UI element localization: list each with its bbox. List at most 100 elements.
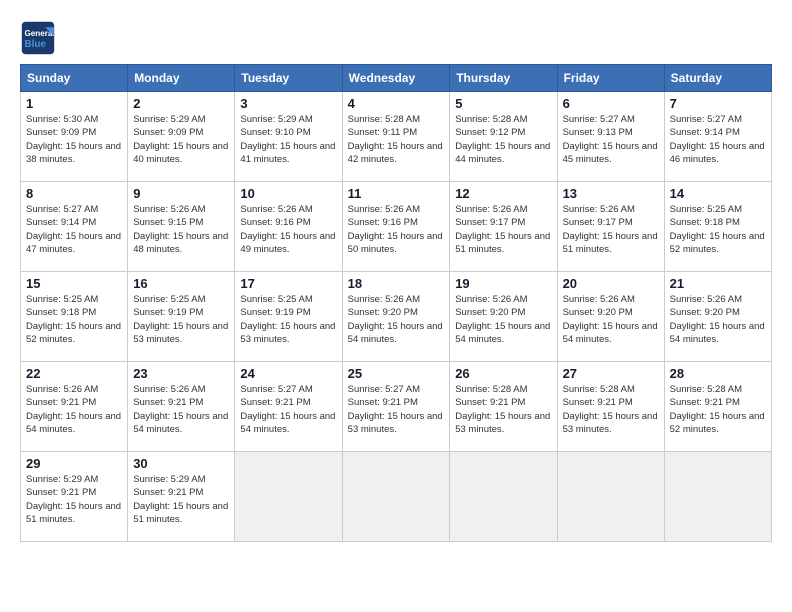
day-info: Sunrise: 5:26 AM Sunset: 9:16 PM Dayligh…	[240, 203, 336, 256]
day-number: 15	[26, 276, 122, 291]
day-cell-25: 25 Sunrise: 5:27 AM Sunset: 9:21 PM Dayl…	[342, 362, 450, 452]
week-row-4: 22 Sunrise: 5:26 AM Sunset: 9:21 PM Dayl…	[21, 362, 772, 452]
calendar-table: SundayMondayTuesdayWednesdayThursdayFrid…	[20, 64, 772, 542]
day-info: Sunrise: 5:26 AM Sunset: 9:20 PM Dayligh…	[348, 293, 445, 346]
week-row-2: 8 Sunrise: 5:27 AM Sunset: 9:14 PM Dayli…	[21, 182, 772, 272]
day-cell-1: 1 Sunrise: 5:30 AM Sunset: 9:09 PM Dayli…	[21, 92, 128, 182]
day-info: Sunrise: 5:30 AM Sunset: 9:09 PM Dayligh…	[26, 113, 122, 166]
day-number: 5	[455, 96, 551, 111]
day-cell-18: 18 Sunrise: 5:26 AM Sunset: 9:20 PM Dayl…	[342, 272, 450, 362]
day-cell-21: 21 Sunrise: 5:26 AM Sunset: 9:20 PM Dayl…	[664, 272, 771, 362]
day-info: Sunrise: 5:28 AM Sunset: 9:11 PM Dayligh…	[348, 113, 445, 166]
day-cell-23: 23 Sunrise: 5:26 AM Sunset: 9:21 PM Dayl…	[128, 362, 235, 452]
day-number: 13	[563, 186, 659, 201]
day-cell-7: 7 Sunrise: 5:27 AM Sunset: 9:14 PM Dayli…	[664, 92, 771, 182]
day-number: 12	[455, 186, 551, 201]
day-number: 14	[670, 186, 766, 201]
day-cell-17: 17 Sunrise: 5:25 AM Sunset: 9:19 PM Dayl…	[235, 272, 342, 362]
day-number: 1	[26, 96, 122, 111]
day-info: Sunrise: 5:26 AM Sunset: 9:16 PM Dayligh…	[348, 203, 445, 256]
day-info: Sunrise: 5:26 AM Sunset: 9:17 PM Dayligh…	[455, 203, 551, 256]
week-row-5: 29 Sunrise: 5:29 AM Sunset: 9:21 PM Dayl…	[21, 452, 772, 542]
day-info: Sunrise: 5:29 AM Sunset: 9:21 PM Dayligh…	[133, 473, 229, 526]
day-info: Sunrise: 5:26 AM Sunset: 9:20 PM Dayligh…	[670, 293, 766, 346]
day-number: 8	[26, 186, 122, 201]
day-info: Sunrise: 5:29 AM Sunset: 9:09 PM Dayligh…	[133, 113, 229, 166]
day-info: Sunrise: 5:29 AM Sunset: 9:10 PM Dayligh…	[240, 113, 336, 166]
day-number: 29	[26, 456, 122, 471]
day-number: 3	[240, 96, 336, 111]
logo-icon: General Blue	[20, 20, 56, 56]
day-info: Sunrise: 5:29 AM Sunset: 9:21 PM Dayligh…	[26, 473, 122, 526]
day-info: Sunrise: 5:28 AM Sunset: 9:21 PM Dayligh…	[670, 383, 766, 436]
page-header: General Blue	[20, 20, 772, 56]
day-info: Sunrise: 5:27 AM Sunset: 9:21 PM Dayligh…	[348, 383, 445, 436]
empty-cell	[664, 452, 771, 542]
day-number: 24	[240, 366, 336, 381]
day-number: 27	[563, 366, 659, 381]
day-cell-15: 15 Sunrise: 5:25 AM Sunset: 9:18 PM Dayl…	[21, 272, 128, 362]
day-info: Sunrise: 5:27 AM Sunset: 9:14 PM Dayligh…	[670, 113, 766, 166]
empty-cell	[450, 452, 557, 542]
day-cell-8: 8 Sunrise: 5:27 AM Sunset: 9:14 PM Dayli…	[21, 182, 128, 272]
day-info: Sunrise: 5:26 AM Sunset: 9:20 PM Dayligh…	[455, 293, 551, 346]
empty-cell	[342, 452, 450, 542]
day-number: 19	[455, 276, 551, 291]
day-cell-12: 12 Sunrise: 5:26 AM Sunset: 9:17 PM Dayl…	[450, 182, 557, 272]
day-cell-30: 30 Sunrise: 5:29 AM Sunset: 9:21 PM Dayl…	[128, 452, 235, 542]
day-cell-22: 22 Sunrise: 5:26 AM Sunset: 9:21 PM Dayl…	[21, 362, 128, 452]
day-cell-24: 24 Sunrise: 5:27 AM Sunset: 9:21 PM Dayl…	[235, 362, 342, 452]
day-number: 11	[348, 186, 445, 201]
day-cell-27: 27 Sunrise: 5:28 AM Sunset: 9:21 PM Dayl…	[557, 362, 664, 452]
day-cell-26: 26 Sunrise: 5:28 AM Sunset: 9:21 PM Dayl…	[450, 362, 557, 452]
day-info: Sunrise: 5:25 AM Sunset: 9:18 PM Dayligh…	[670, 203, 766, 256]
day-info: Sunrise: 5:25 AM Sunset: 9:19 PM Dayligh…	[240, 293, 336, 346]
day-cell-14: 14 Sunrise: 5:25 AM Sunset: 9:18 PM Dayl…	[664, 182, 771, 272]
day-info: Sunrise: 5:26 AM Sunset: 9:21 PM Dayligh…	[26, 383, 122, 436]
week-row-3: 15 Sunrise: 5:25 AM Sunset: 9:18 PM Dayl…	[21, 272, 772, 362]
logo: General Blue	[20, 20, 62, 56]
day-info: Sunrise: 5:27 AM Sunset: 9:21 PM Dayligh…	[240, 383, 336, 436]
day-info: Sunrise: 5:26 AM Sunset: 9:17 PM Dayligh…	[563, 203, 659, 256]
day-number: 18	[348, 276, 445, 291]
day-number: 6	[563, 96, 659, 111]
day-cell-10: 10 Sunrise: 5:26 AM Sunset: 9:16 PM Dayl…	[235, 182, 342, 272]
day-cell-20: 20 Sunrise: 5:26 AM Sunset: 9:20 PM Dayl…	[557, 272, 664, 362]
empty-cell	[557, 452, 664, 542]
empty-cell	[235, 452, 342, 542]
header-wednesday: Wednesday	[342, 65, 450, 92]
svg-text:Blue: Blue	[25, 39, 47, 50]
day-cell-11: 11 Sunrise: 5:26 AM Sunset: 9:16 PM Dayl…	[342, 182, 450, 272]
day-number: 7	[670, 96, 766, 111]
day-cell-3: 3 Sunrise: 5:29 AM Sunset: 9:10 PM Dayli…	[235, 92, 342, 182]
day-cell-4: 4 Sunrise: 5:28 AM Sunset: 9:11 PM Dayli…	[342, 92, 450, 182]
calendar-header: SundayMondayTuesdayWednesdayThursdayFrid…	[21, 65, 772, 92]
header-tuesday: Tuesday	[235, 65, 342, 92]
day-info: Sunrise: 5:25 AM Sunset: 9:19 PM Dayligh…	[133, 293, 229, 346]
day-number: 4	[348, 96, 445, 111]
day-cell-5: 5 Sunrise: 5:28 AM Sunset: 9:12 PM Dayli…	[450, 92, 557, 182]
day-cell-29: 29 Sunrise: 5:29 AM Sunset: 9:21 PM Dayl…	[21, 452, 128, 542]
day-number: 21	[670, 276, 766, 291]
day-info: Sunrise: 5:28 AM Sunset: 9:21 PM Dayligh…	[563, 383, 659, 436]
day-number: 2	[133, 96, 229, 111]
day-number: 9	[133, 186, 229, 201]
header-monday: Monday	[128, 65, 235, 92]
day-info: Sunrise: 5:28 AM Sunset: 9:21 PM Dayligh…	[455, 383, 551, 436]
day-cell-16: 16 Sunrise: 5:25 AM Sunset: 9:19 PM Dayl…	[128, 272, 235, 362]
day-info: Sunrise: 5:27 AM Sunset: 9:14 PM Dayligh…	[26, 203, 122, 256]
day-number: 23	[133, 366, 229, 381]
day-cell-2: 2 Sunrise: 5:29 AM Sunset: 9:09 PM Dayli…	[128, 92, 235, 182]
day-number: 20	[563, 276, 659, 291]
header-saturday: Saturday	[664, 65, 771, 92]
header-sunday: Sunday	[21, 65, 128, 92]
day-info: Sunrise: 5:25 AM Sunset: 9:18 PM Dayligh…	[26, 293, 122, 346]
day-number: 16	[133, 276, 229, 291]
day-cell-6: 6 Sunrise: 5:27 AM Sunset: 9:13 PM Dayli…	[557, 92, 664, 182]
header-friday: Friday	[557, 65, 664, 92]
day-number: 26	[455, 366, 551, 381]
day-cell-13: 13 Sunrise: 5:26 AM Sunset: 9:17 PM Dayl…	[557, 182, 664, 272]
day-cell-9: 9 Sunrise: 5:26 AM Sunset: 9:15 PM Dayli…	[128, 182, 235, 272]
day-info: Sunrise: 5:26 AM Sunset: 9:15 PM Dayligh…	[133, 203, 229, 256]
day-number: 22	[26, 366, 122, 381]
